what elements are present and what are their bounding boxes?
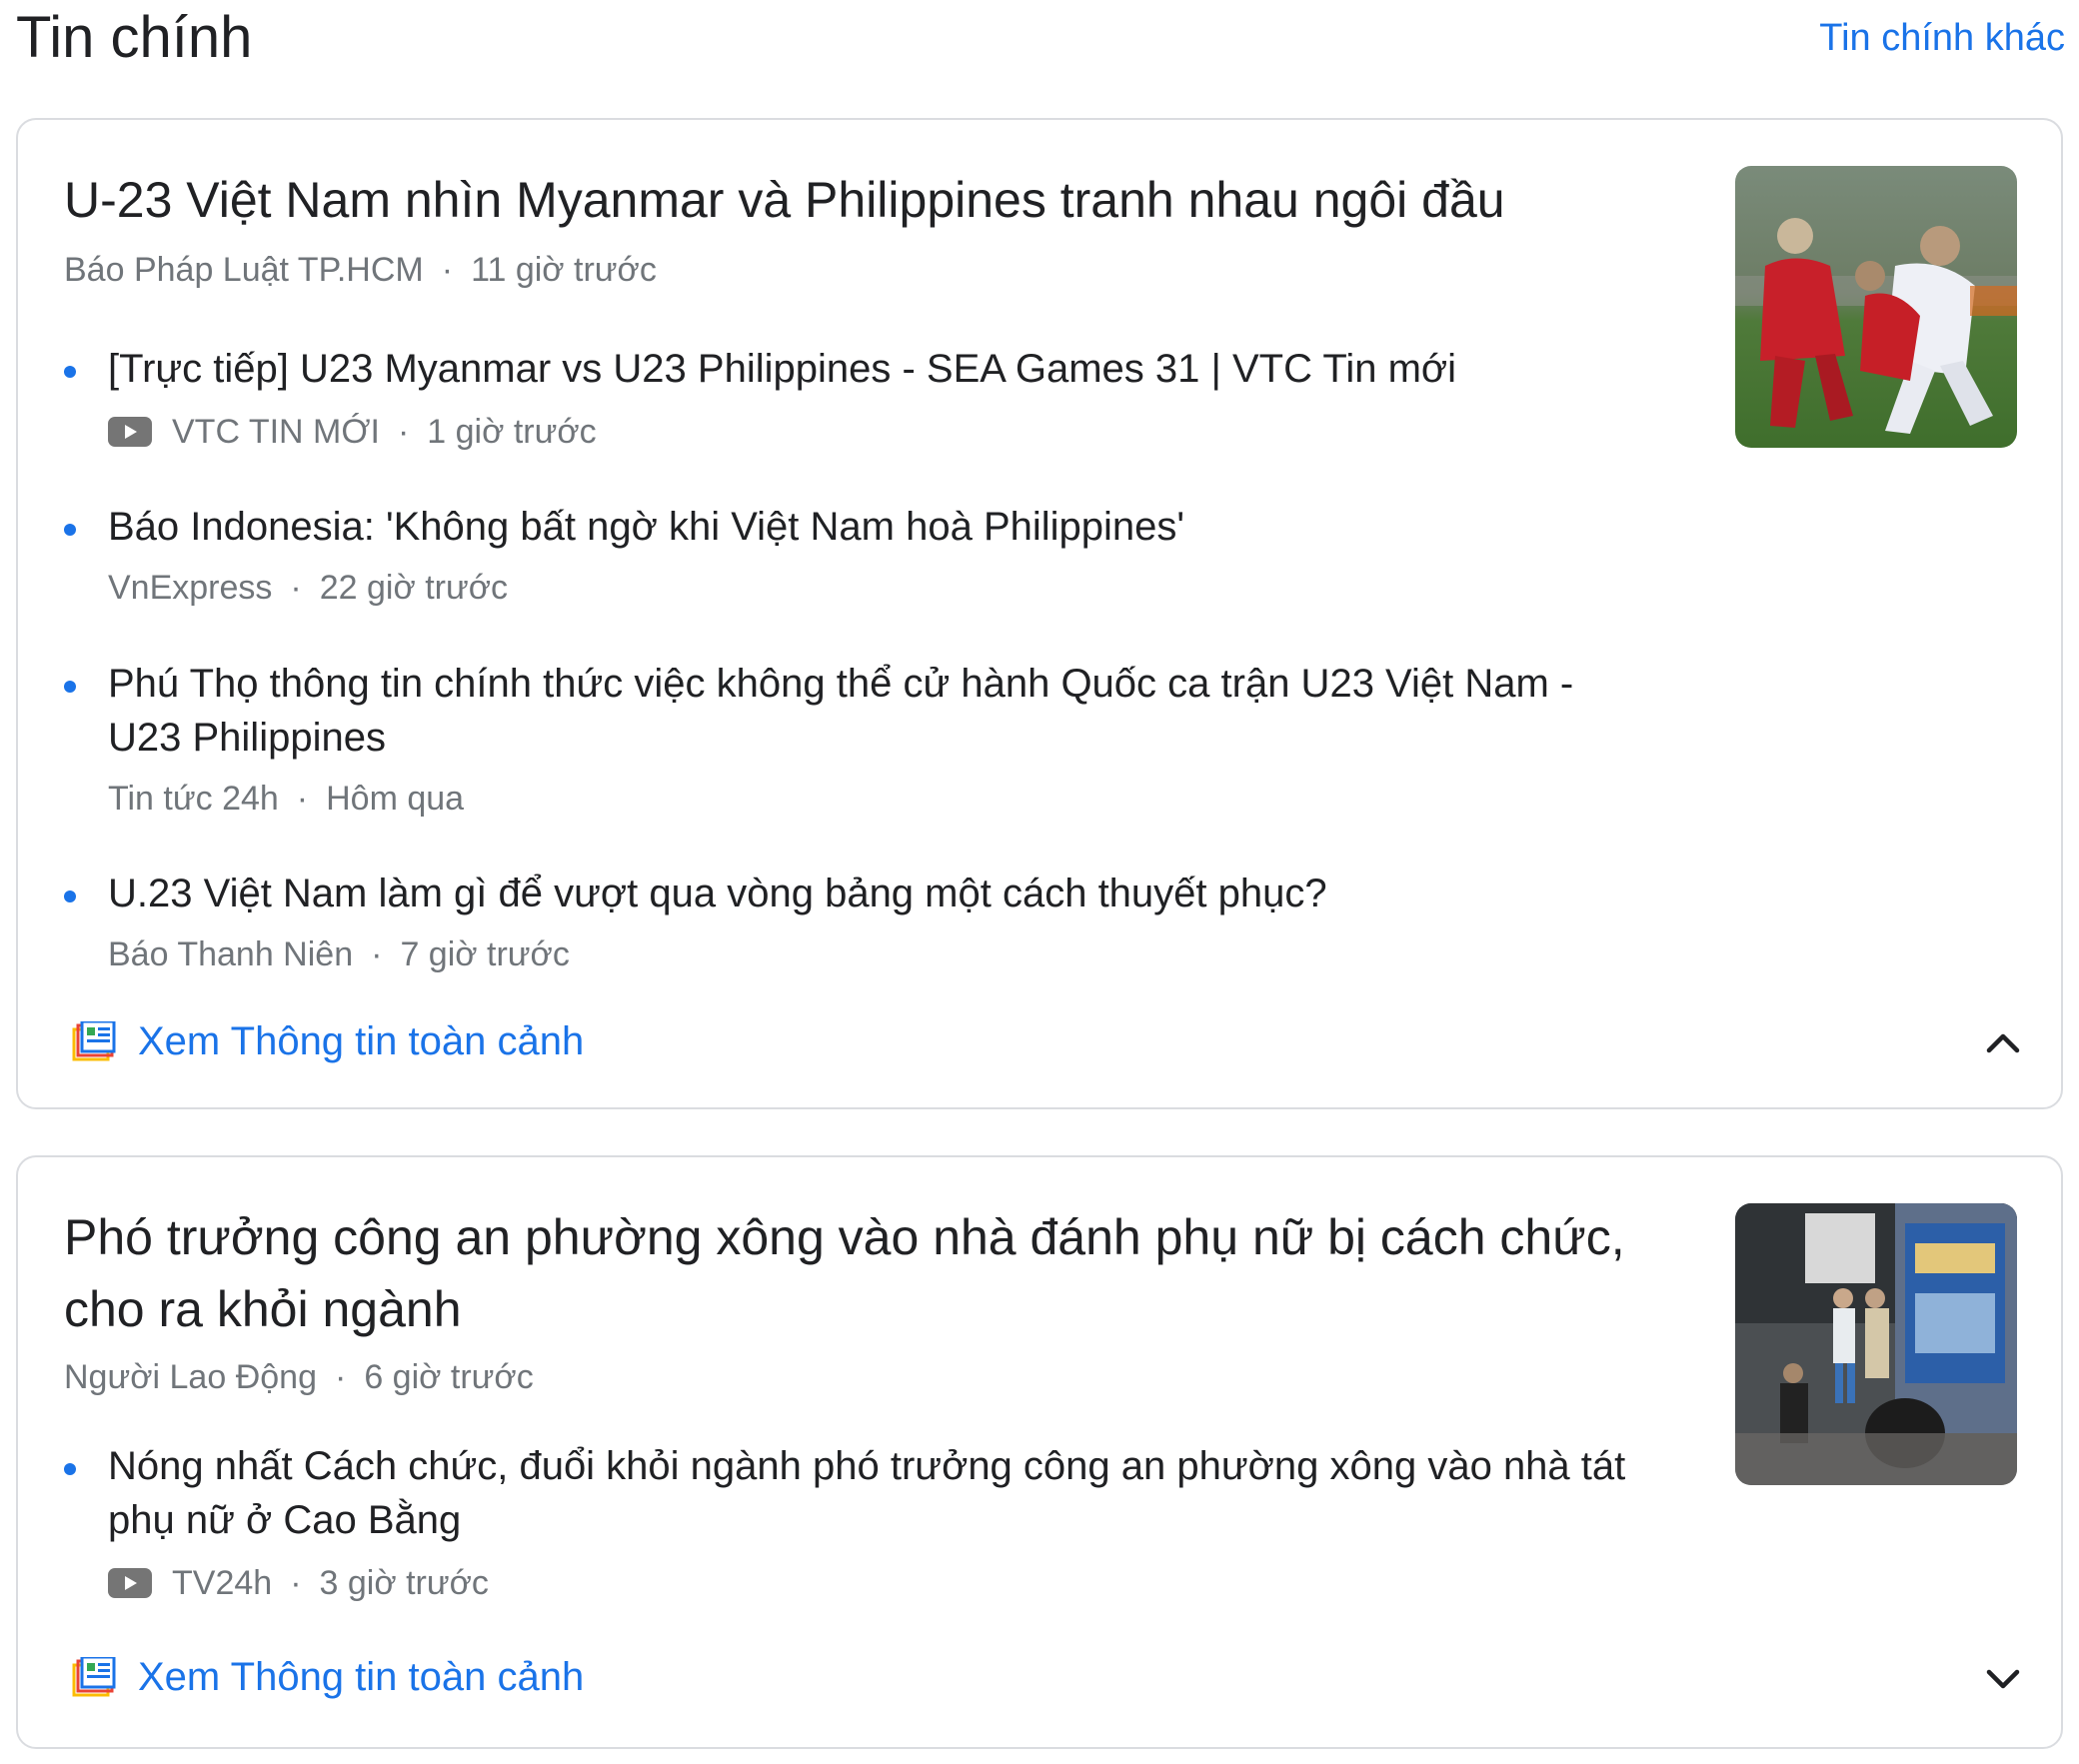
soccer-photo (1735, 166, 2017, 448)
separator-dot: · (371, 935, 383, 973)
separator-dot: · (290, 569, 302, 607)
chevron-down-icon[interactable] (1979, 1655, 2027, 1703)
separator-dot: · (334, 1358, 347, 1396)
related-article-time: 3 giờ trước (319, 1564, 489, 1602)
story-thumbnail[interactable] (1735, 1203, 2017, 1485)
related-article-source: Báo Thanh Niên (108, 935, 354, 973)
youtube-icon (108, 1568, 152, 1598)
related-article: U.23 Việt Nam làm gì để vượt qua vòng bả… (64, 867, 1633, 986)
cctv-photo (1735, 1203, 2017, 1485)
separator-dot: · (441, 251, 454, 289)
related-article-time: 1 giờ trước (427, 413, 597, 451)
related-article-meta: Tin tức 24h · Hôm qua (108, 777, 464, 821)
full-coverage-label: Xem Thông tin toàn cảnh (138, 1019, 585, 1063)
story-time: 11 giờ trước (471, 251, 657, 289)
related-article-meta: TV24h · 3 giờ trước (108, 1561, 489, 1605)
related-article-source: VnExpress (108, 569, 273, 607)
story-source: Báo Pháp Luật TP.HCM (64, 251, 424, 289)
related-article-title[interactable]: [Trực tiếp] U23 Myanmar vs U23 Philippin… (108, 342, 1627, 396)
related-article-title[interactable]: Báo Indonesia: 'Không bất ngờ khi Việt N… (108, 500, 1627, 554)
story-meta: Người Lao Động · 6 giờ trước (64, 1355, 534, 1399)
related-article: Báo Indonesia: 'Không bất ngờ khi Việt N… (64, 500, 1633, 620)
story-time: 6 giờ trước (364, 1358, 534, 1396)
full-coverage-icon (72, 1657, 116, 1697)
full-coverage-link[interactable]: Xem Thông tin toàn cảnh (72, 1651, 584, 1703)
bullet (64, 524, 76, 536)
related-article-meta: VTC TIN MỚI · 1 giờ trước (108, 410, 597, 454)
story-headline[interactable]: Phó trưởng công an phường xông vào nhà đ… (64, 1201, 1663, 1345)
youtube-icon (108, 417, 152, 447)
story-thumbnail[interactable] (1735, 166, 2017, 448)
section-header: Tin chính Tin chính khác (0, 0, 2079, 100)
story-card: Phó trưởng công an phường xông vào nhà đ… (16, 1155, 2063, 1749)
story-source: Người Lao Động (64, 1358, 317, 1396)
bullet (64, 681, 76, 693)
full-coverage-link[interactable]: Xem Thông tin toàn cảnh (72, 1015, 584, 1067)
related-article-title[interactable]: U.23 Việt Nam làm gì để vượt qua vòng bả… (108, 867, 1627, 920)
related-article-source: Tin tức 24h (108, 780, 279, 818)
related-article-meta: Báo Thanh Niên · 7 giờ trước (108, 932, 570, 976)
related-article: [Trực tiếp] U23 Myanmar vs U23 Philippin… (64, 342, 1633, 462)
section-title: Tin chính (16, 5, 253, 70)
related-article-meta: VnExpress · 22 giờ trước (108, 566, 508, 610)
chevron-up-icon[interactable] (1979, 1019, 2027, 1067)
related-article-title[interactable]: Phú Thọ thông tin chính thức việc không … (108, 657, 1627, 765)
related-article-time: 22 giờ trước (319, 569, 509, 607)
separator-dot: · (290, 1564, 302, 1602)
separator-dot: · (397, 413, 410, 451)
related-article: Phú Thọ thông tin chính thức việc không … (64, 657, 1633, 827)
related-article-time: 7 giờ trước (400, 935, 570, 973)
related-article-source: TV24h (172, 1564, 273, 1602)
bullet (64, 366, 76, 378)
bullet (64, 890, 76, 902)
more-top-stories-link[interactable]: Tin chính khác (1819, 14, 2065, 62)
separator-dot: · (296, 780, 309, 818)
related-article-source: VTC TIN MỚI (172, 413, 380, 451)
full-coverage-icon (72, 1021, 116, 1061)
related-article: Nóng nhất Cách chức, đuổi khỏi ngành phó… (64, 1439, 1633, 1619)
story-meta: Báo Pháp Luật TP.HCM · 11 giờ trước (64, 248, 657, 292)
related-article-title[interactable]: Nóng nhất Cách chức, đuổi khỏi ngành phó… (108, 1439, 1627, 1547)
related-article-time: Hôm qua (326, 780, 465, 818)
bullet (64, 1463, 76, 1475)
story-headline[interactable]: U-23 Việt Nam nhìn Myanmar và Philippine… (64, 164, 1663, 236)
story-card: U-23 Việt Nam nhìn Myanmar và Philippine… (16, 118, 2063, 1109)
full-coverage-label: Xem Thông tin toàn cảnh (138, 1655, 585, 1699)
